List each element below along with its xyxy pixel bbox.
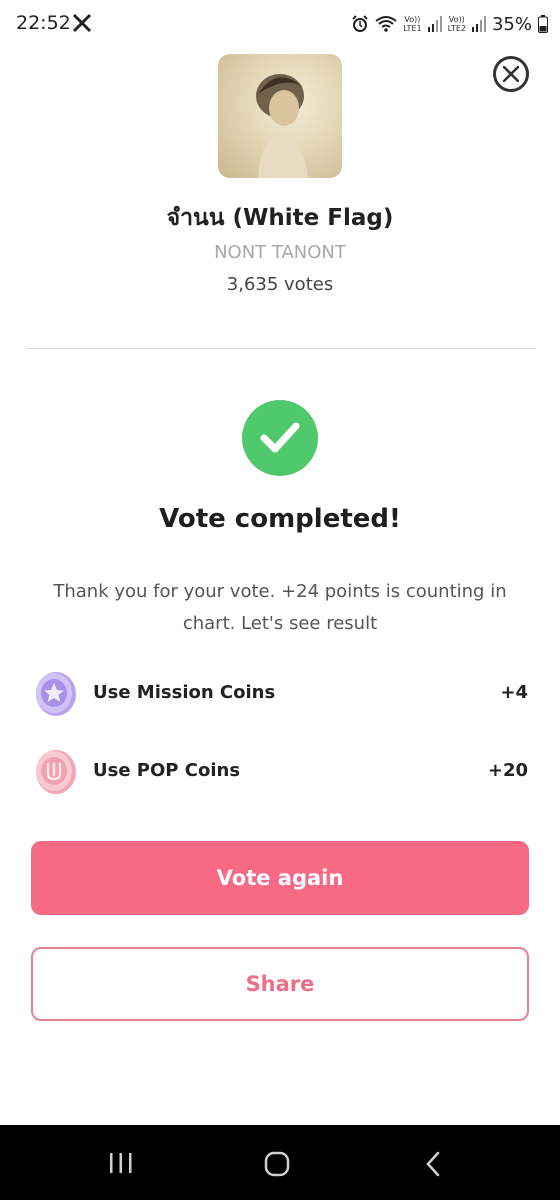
thanks-message: Thank you for your vote. +24 points is c… <box>53 581 507 634</box>
share-button[interactable]: Share <box>31 947 529 1021</box>
battery-icon <box>538 15 548 33</box>
vote-again-button[interactable]: Vote again <box>31 841 529 915</box>
pop-coins-label: Use POP Coins <box>93 760 241 781</box>
close-icon <box>503 66 519 82</box>
mission-coins-label: Use Mission Coins <box>93 682 276 703</box>
wifi-icon <box>375 16 397 32</box>
signal-icon <box>471 16 486 32</box>
vote-completed-title: Vote completed! <box>159 504 401 534</box>
sim1-label: Vo)) LTE1 <box>403 15 422 33</box>
back-icon[interactable] <box>424 1151 442 1177</box>
pop-coins-row: Use POP Coins +20 <box>34 748 530 794</box>
close-button[interactable] <box>493 56 529 92</box>
pop-coin-icon <box>36 750 76 794</box>
divider <box>26 348 536 349</box>
alarm-icon <box>352 15 368 32</box>
vote-count: 3,635 votes <box>226 274 334 295</box>
battery-percent: 35% <box>491 13 532 35</box>
signal-icon <box>427 16 442 32</box>
artist-name: NONT TANONT <box>214 242 346 263</box>
status-icons: Vo)) LTE1 Vo)) LTE2 35% <box>351 12 548 36</box>
navigation-bar <box>0 1125 560 1200</box>
sim2-label: Vo)) LTE2 <box>447 15 466 33</box>
pop-coins-value: +20 <box>487 760 528 781</box>
song-title: จำนน (White Flag) <box>166 205 394 231</box>
recent-apps-icon[interactable] <box>108 1151 134 1175</box>
success-check-icon <box>242 400 318 476</box>
mission-coins-row: Use Mission Coins +4 <box>34 670 530 716</box>
status-bar: 22:52 Vo)) LTE1 Vo)) LTE2 35% <box>0 0 560 48</box>
mission-coin-icon <box>36 672 76 716</box>
mission-coins-value: +4 <box>500 682 528 703</box>
status-time: 22:52 <box>16 12 71 34</box>
x-app-icon <box>72 13 92 33</box>
album-art <box>218 54 342 178</box>
home-icon[interactable] <box>264 1151 290 1177</box>
